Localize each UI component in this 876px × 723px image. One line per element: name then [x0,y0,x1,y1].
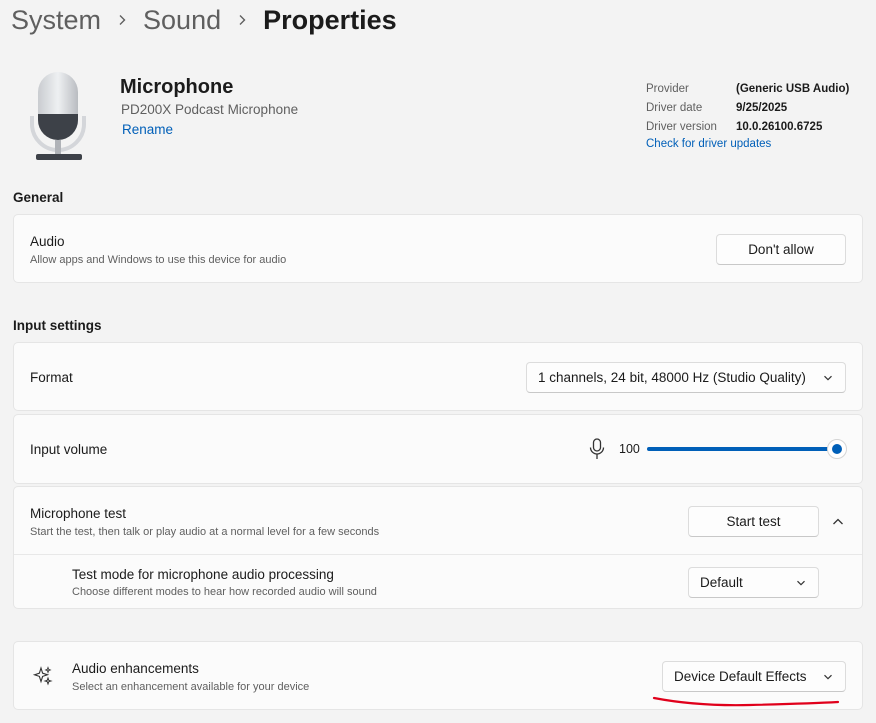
audio-title: Audio [30,234,65,249]
chevron-down-icon [797,580,805,586]
page-title: Properties [263,5,397,35]
microphone-test-subtitle: Start the test, then talk or play audio … [30,526,380,538]
provider-label: Provider [646,83,689,95]
microphone-test-card: Microphone test Start the test, then tal… [13,486,863,609]
test-mode-dropdown[interactable]: Default [688,567,819,598]
input-volume-slider-thumb[interactable] [827,439,847,459]
microphone-illustration-icon [30,72,86,162]
red-underline-annotation [652,696,840,707]
format-label: Format [30,370,73,385]
driver-version-value: 10.0.26100.6725 [736,121,823,133]
device-name: Microphone [120,76,234,98]
audio-enhancements-value: Device Default Effects [674,669,807,684]
driver-version-label: Driver version [646,121,717,133]
driver-date-label: Driver date [646,102,703,114]
input-volume-value: 100 [619,442,640,456]
chevron-up-icon[interactable] [832,516,844,528]
input-volume-slider-track[interactable] [647,447,837,451]
microphone-icon [589,438,605,459]
start-test-button[interactable]: Start test [688,506,819,537]
chevron-down-icon [824,375,832,381]
sparkle-icon [33,666,53,686]
format-card: Format 1 channels, 24 bit, 48000 Hz (Stu… [13,342,863,411]
input-settings-title: Input settings [13,318,102,333]
format-value: 1 channels, 24 bit, 48000 Hz (Studio Qua… [538,370,806,385]
check-driver-updates-link[interactable]: Check for driver updates [646,138,849,150]
general-section-title: General [13,190,64,205]
driver-info: Provider (Generic USB Audio) Driver date… [646,80,849,150]
breadcrumb-sound[interactable]: Sound [143,2,221,38]
chevron-down-icon [824,674,832,680]
chevron-right-icon [221,2,263,38]
provider-value: (Generic USB Audio) [736,83,850,95]
dont-allow-button[interactable]: Don't allow [716,234,846,265]
device-model: PD200X Podcast Microphone [121,102,299,117]
divider [14,554,862,555]
format-dropdown[interactable]: 1 channels, 24 bit, 48000 Hz (Studio Qua… [526,362,846,393]
audio-subtitle: Allow apps and Windows to use this devic… [30,254,287,266]
input-volume-label: Input volume [30,442,108,457]
audio-access-card: Audio Allow apps and Windows to use this… [13,214,863,283]
test-mode-subtitle: Choose different modes to hear how recor… [72,586,377,598]
rename-link[interactable]: Rename [122,122,173,137]
breadcrumb-system[interactable]: System [11,2,101,38]
microphone-test-title: Microphone test [30,506,127,521]
breadcrumb: System Sound Properties [11,2,397,38]
audio-enhancements-dropdown[interactable]: Device Default Effects [662,661,846,692]
audio-enhancements-subtitle: Select an enhancement available for your… [72,681,310,693]
test-mode-value: Default [700,575,743,590]
test-mode-title: Test mode for microphone audio processin… [72,567,334,582]
audio-enhancements-title: Audio enhancements [72,661,199,676]
chevron-right-icon [101,2,143,38]
driver-date-value: 9/25/2025 [736,102,788,114]
